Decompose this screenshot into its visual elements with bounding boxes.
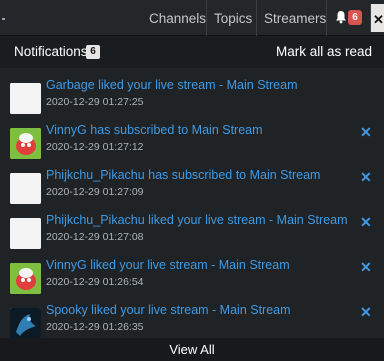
notification-item[interactable]: VinnyG has subscribed to Main Stream 202…	[0, 119, 384, 164]
notifications-list: Garbage liked your live stream - Main St…	[0, 68, 384, 339]
notifications-count: 6	[86, 45, 100, 59]
nav-channels[interactable]: Channels	[142, 0, 213, 36]
notification-item[interactable]: Phijkchu_Pikachu has subscribed to Main …	[0, 164, 384, 209]
dismiss-icon[interactable]: ✕	[360, 304, 372, 321]
notification-text[interactable]: VinnyG has subscribed to Main Stream	[46, 123, 263, 137]
dismiss-icon[interactable]: ✕	[360, 259, 372, 276]
left-edge-dot	[2, 18, 5, 20]
notification-text[interactable]: Phijkchu_Pikachu has subscribed to Main …	[46, 168, 320, 182]
notification-time: 2020-12-29 01:26:54	[46, 276, 144, 288]
nav-topics[interactable]: Topics	[206, 0, 259, 36]
notification-time: 2020-12-29 01:26:35	[46, 321, 144, 333]
notification-text[interactable]: Phijkchu_Pikachu liked your live stream …	[46, 213, 348, 227]
x-icon: ✕	[373, 12, 384, 27]
notification-time: 2020-12-29 01:27:09	[46, 186, 144, 198]
notification-text[interactable]: VinnyG liked your live stream - Main Str…	[46, 258, 290, 272]
user-avatar[interactable]: ✕	[370, 4, 384, 32]
avatar-blank	[10, 218, 41, 249]
notification-count-badge: 6	[348, 10, 362, 25]
dismiss-icon[interactable]: ✕	[360, 214, 372, 231]
dismiss-icon[interactable]: ✕	[360, 169, 372, 186]
top-navbar: Channels Topics Streamers 6 ✕	[0, 0, 384, 36]
notifications-toggle[interactable]: 6	[326, 0, 366, 36]
notification-item[interactable]: VinnyG liked your live stream - Main Str…	[0, 254, 384, 299]
notifications-title: Notifications	[14, 44, 88, 59]
avatar-character	[10, 263, 41, 294]
avatar-blank	[10, 173, 41, 204]
avatar-dark	[10, 308, 41, 339]
avatar-blank	[10, 83, 41, 114]
notification-time: 2020-12-29 01:27:12	[46, 141, 144, 153]
notification-item[interactable]: Phijkchu_Pikachu liked your live stream …	[0, 209, 384, 254]
avatar-character	[10, 128, 41, 159]
mark-all-read-link[interactable]: Mark all as read	[276, 44, 372, 59]
notification-text[interactable]: Garbage liked your live stream - Main St…	[46, 78, 297, 92]
notifications-header: Notifications 6 Mark all as read	[0, 36, 384, 68]
notification-text[interactable]: Spooky liked your live stream - Main Str…	[46, 303, 291, 317]
notification-time: 2020-12-29 01:27:08	[46, 231, 144, 243]
notification-time: 2020-12-29 01:27:25	[46, 96, 144, 108]
notifications-dropdown: Notifications 6 Mark all as read Garbage…	[0, 36, 384, 361]
nav-streamers[interactable]: Streamers	[256, 0, 333, 36]
dismiss-icon[interactable]: ✕	[360, 124, 372, 141]
view-all-button[interactable]: View All	[0, 338, 384, 361]
bell-icon	[336, 11, 346, 24]
notification-item[interactable]: Garbage liked your live stream - Main St…	[0, 74, 384, 119]
